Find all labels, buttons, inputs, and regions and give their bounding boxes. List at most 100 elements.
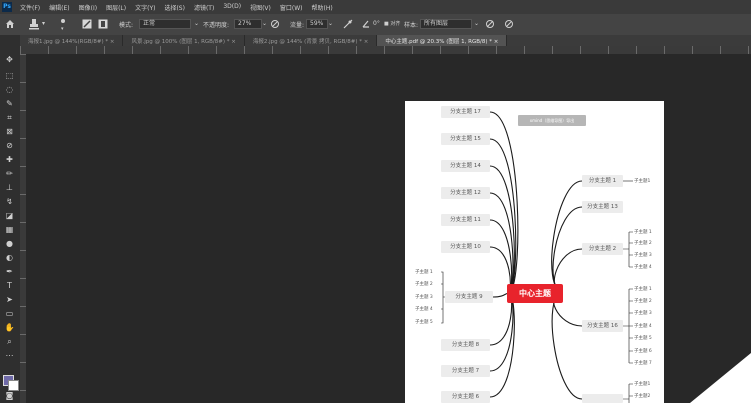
subtopic-node[interactable]: 子主题 5 bbox=[634, 335, 652, 341]
subtopic-node[interactable]: 子主题 1 bbox=[634, 286, 652, 292]
subtopic-node[interactable]: 子主题 5 bbox=[415, 319, 433, 325]
chevron-down-icon[interactable]: ⌄ bbox=[262, 20, 267, 27]
subtopic-node[interactable]: 子主题 7 bbox=[634, 360, 652, 366]
branch-node[interactable]: 分支主题 14 bbox=[441, 160, 490, 172]
chevron-down-icon[interactable]: ⌄ bbox=[194, 20, 199, 27]
branch-node[interactable]: 分支主题 8 bbox=[441, 339, 490, 351]
branch-node[interactable]: 分支主题 13 bbox=[582, 201, 623, 213]
subtopic-node[interactable]: 子主题 3 bbox=[634, 310, 652, 316]
pen-tool-icon[interactable]: ✒ bbox=[4, 267, 15, 277]
brush-size-icon[interactable]: ▾ bbox=[58, 17, 68, 31]
lasso-tool-icon[interactable]: ◌ bbox=[4, 85, 15, 95]
gradient-icon[interactable]: ▦ bbox=[4, 225, 15, 235]
ignore-adjustment-icon[interactable] bbox=[485, 19, 495, 29]
subtopic-node[interactable]: 子主题 4 bbox=[634, 323, 652, 329]
hand-tool-icon[interactable]: ✋ bbox=[4, 323, 15, 333]
subtopic-node[interactable]: 子主题 1 bbox=[634, 229, 652, 235]
menu-view[interactable]: 视图(V) bbox=[250, 3, 271, 12]
flow-field[interactable]: 59% bbox=[306, 19, 328, 29]
stamp-tool-icon[interactable] bbox=[28, 18, 40, 30]
subtopic-node[interactable]: 子主题1 bbox=[634, 178, 650, 184]
subtopic-node[interactable]: 子主题 2 bbox=[634, 298, 652, 304]
angle-icon[interactable] bbox=[361, 19, 371, 29]
branch-node[interactable]: 分支主题 15 bbox=[441, 133, 490, 145]
blur-icon[interactable]: ● bbox=[4, 239, 15, 249]
chevron-down-icon[interactable]: ▾ bbox=[42, 20, 45, 27]
menu-select[interactable]: 选择(S) bbox=[164, 3, 185, 12]
angle-value[interactable]: 0° bbox=[373, 20, 380, 27]
menu-type[interactable]: 文字(Y) bbox=[135, 3, 155, 12]
branch-node[interactable]: 分支主题 1 bbox=[582, 175, 623, 187]
central-topic[interactable]: 中心主题 bbox=[507, 284, 563, 303]
shape-tool-icon[interactable]: ▭ bbox=[4, 309, 15, 319]
crop-tool-icon[interactable]: ⌗ bbox=[4, 113, 15, 123]
branch-node[interactable]: 分支主题 6 bbox=[441, 391, 490, 403]
eraser-icon[interactable]: ◪ bbox=[4, 211, 15, 221]
branch-node[interactable] bbox=[582, 394, 623, 403]
menu-window[interactable]: 窗口(W) bbox=[280, 3, 303, 12]
quick-select-icon[interactable]: ✎ bbox=[4, 99, 15, 109]
branch-node[interactable]: 分支主题 12 bbox=[441, 187, 490, 199]
brush-settings-icon[interactable] bbox=[82, 19, 92, 29]
mode-select[interactable]: 正常 bbox=[139, 19, 191, 29]
sample-select[interactable]: 所有图层 bbox=[420, 19, 472, 29]
menu-3d[interactable]: 3D(D) bbox=[223, 3, 241, 12]
tab-document-3[interactable]: 海报2.jpg @ 144% (背景 拷贝, RGB/8#) * × bbox=[245, 35, 378, 46]
airbrush-icon[interactable] bbox=[343, 19, 353, 29]
healing-brush-icon[interactable]: ✚ bbox=[4, 155, 15, 165]
subtopic-node[interactable]: 子主题 3 bbox=[415, 294, 433, 300]
close-icon[interactable]: × bbox=[110, 39, 115, 45]
horizontal-ruler[interactable] bbox=[20, 46, 751, 54]
subtopic-node[interactable]: 子主题 3 bbox=[634, 252, 652, 258]
subtopic-node[interactable]: 子主题 2 bbox=[634, 240, 652, 246]
subtopic-node[interactable]: 子主题 4 bbox=[634, 264, 652, 270]
menu-file[interactable]: 文件(F) bbox=[20, 3, 40, 12]
branch-node[interactable]: 分支主题 7 bbox=[441, 365, 490, 377]
branch-node[interactable]: 分支主题 2 bbox=[582, 243, 623, 255]
menu-edit[interactable]: 编辑(E) bbox=[49, 3, 69, 12]
branch-node[interactable]: 分支主题 16 bbox=[582, 320, 623, 332]
move-tool-icon[interactable]: ✥ bbox=[4, 55, 15, 65]
subtopic-node[interactable]: 子主题2 bbox=[634, 393, 650, 399]
subtopic-node[interactable]: 子主题1 bbox=[634, 381, 650, 387]
close-icon[interactable]: × bbox=[494, 39, 499, 45]
background-color[interactable] bbox=[8, 380, 19, 391]
subtopic-node[interactable]: 子主题 6 bbox=[634, 348, 652, 354]
quick-mask-icon[interactable]: ◙ bbox=[4, 391, 15, 401]
more-tools-icon[interactable]: ⋯ bbox=[4, 351, 15, 361]
menu-image[interactable]: 图像(I) bbox=[79, 3, 97, 12]
close-icon[interactable]: × bbox=[231, 39, 236, 45]
tab-document-active[interactable]: 中心主题.pdf @ 20.3% (图层 1, RGB/8) * × bbox=[377, 35, 508, 46]
history-brush-icon[interactable]: ↯ bbox=[4, 197, 15, 207]
eyedropper-icon[interactable]: ⊘ bbox=[4, 141, 15, 151]
subtopic-node[interactable]: 子主题 1 bbox=[415, 269, 433, 275]
pressure-size-icon[interactable] bbox=[504, 19, 514, 29]
aligned-checkbox[interactable]: ■ 对齐 bbox=[384, 20, 400, 27]
menu-help[interactable]: 帮助(H) bbox=[312, 3, 333, 12]
dodge-icon[interactable]: ◐ bbox=[4, 253, 15, 263]
document-canvas[interactable]: xmind（思维导图）导出 分支主题 17 分支主题 15 分支主题 14 分支… bbox=[405, 101, 664, 403]
opacity-field[interactable]: 27% bbox=[234, 19, 262, 29]
frame-tool-icon[interactable]: ⊠ bbox=[4, 127, 15, 137]
menu-filter[interactable]: 滤镜(T) bbox=[194, 3, 214, 12]
branch-node[interactable]: 分支主题 9 bbox=[445, 291, 493, 303]
subtopic-node[interactable]: 子主题 2 bbox=[415, 281, 433, 287]
color-swatches[interactable] bbox=[3, 375, 19, 391]
clone-stamp-icon[interactable]: ⊥ bbox=[4, 183, 15, 193]
type-tool-icon[interactable]: T bbox=[4, 281, 15, 291]
branch-node[interactable]: 分支主题 11 bbox=[441, 214, 490, 226]
menu-layer[interactable]: 图层(L) bbox=[106, 3, 126, 12]
chevron-down-icon[interactable]: ⌄ bbox=[328, 20, 333, 27]
tab-document-2[interactable]: 风景.jpg @ 100% (图层 1, RGB/8#) * × bbox=[123, 35, 245, 46]
tab-document-1[interactable]: 海报1.jpg @ 144%(RGB/8#) * × bbox=[20, 35, 124, 46]
branch-node[interactable]: 分支主题 10 bbox=[441, 241, 490, 253]
zoom-tool-icon[interactable]: ⌕ bbox=[4, 337, 15, 347]
clone-source-icon[interactable] bbox=[98, 19, 108, 29]
brush-tool-icon[interactable]: ✏ bbox=[4, 169, 15, 179]
branch-node[interactable]: 分支主题 17 bbox=[441, 106, 490, 118]
marquee-tool-icon[interactable]: ⬚ bbox=[4, 71, 15, 81]
close-icon[interactable]: × bbox=[364, 39, 369, 45]
subtopic-node[interactable]: 子主题 4 bbox=[415, 306, 433, 312]
pressure-opacity-icon[interactable] bbox=[270, 19, 280, 29]
home-icon[interactable] bbox=[5, 19, 15, 29]
